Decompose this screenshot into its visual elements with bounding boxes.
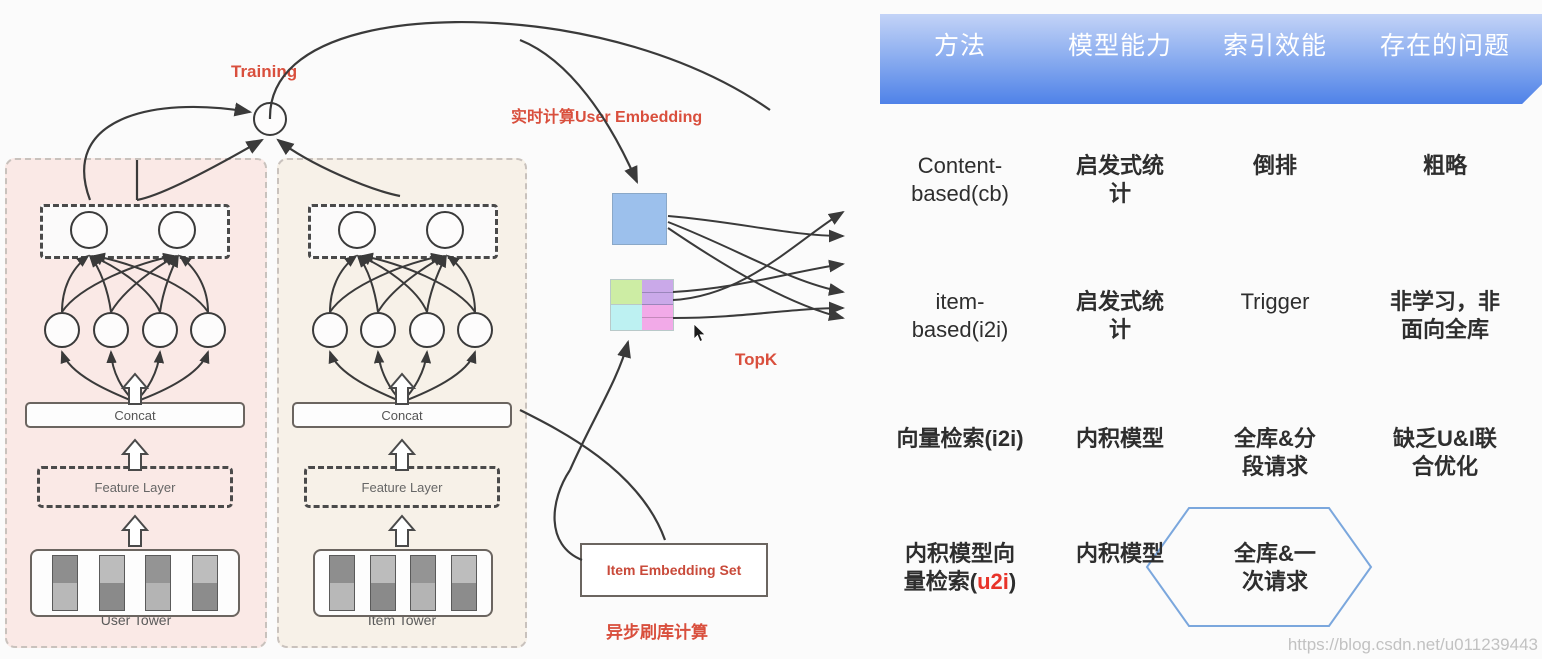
table-header-banner: 方法 模型能力 索引效能 存在的问题 (880, 14, 1542, 104)
cell-method-line2: 量检索(u2i) (903, 568, 1017, 594)
cell-capability: 启发式统 计 (1075, 153, 1164, 206)
table-row: 向量检索(i2i) 内积模型 全库&分 段请求 缺乏U&I联 合优化 (880, 425, 1542, 480)
table-row: Content- based(cb) 启发式统 计 倒排 粗略 (880, 152, 1542, 207)
cell-problem: 缺乏U&I联 合优化 (1393, 426, 1497, 479)
cell-index: 倒排 (1252, 153, 1297, 178)
cell-index: Trigger (1240, 289, 1310, 314)
cell-method: 内积模型向 量检索(u2i) (880, 540, 1040, 595)
cell-method: 向量检索(i2i) (896, 426, 1024, 451)
cell-index: 全库&一 次请求 (1234, 541, 1316, 594)
column-header-method: 方法 (933, 32, 986, 60)
cell-method: Content- based(cb) (911, 153, 1009, 206)
cell-capability: 内积模型 (1075, 541, 1164, 566)
watermark: https://blog.csdn.net/u011239443 (1287, 635, 1538, 654)
column-header-index: 索引效能 (1222, 32, 1327, 60)
screenshot-root: User Tower Item Tower Concat Feature Lay… (0, 0, 1542, 659)
cell-index: 全库&分 段请求 (1234, 426, 1316, 479)
mouse-cursor (693, 323, 706, 343)
u2i-highlight: u2i (977, 568, 1009, 594)
cell-problem (1350, 540, 1540, 595)
column-header-capability: 模型能力 (1067, 32, 1172, 60)
table-row: 内积模型向 量检索(u2i) 内积模型 全库&一 次请求 (880, 540, 1542, 595)
cell-method: item- based(i2i) (911, 289, 1009, 342)
cell-problem: 粗略 (1422, 153, 1467, 178)
cell-capability: 启发式统 计 (1075, 289, 1164, 342)
table-row: item- based(i2i) 启发式统 计 Trigger 非学习，非 面向… (880, 288, 1542, 343)
cell-capability: 内积模型 (1075, 426, 1164, 451)
two-tower-diagram: User Tower Item Tower Concat Feature Lay… (0, 0, 880, 659)
cell-problem: 非学习，非 面向全库 (1389, 289, 1500, 342)
diagram-connections (60, 21, 845, 562)
column-header-problem: 存在的问题 (1379, 32, 1510, 60)
comparison-table-panel: 方法 模型能力 索引效能 存在的问题 Content- based(cb) 启发… (846, 0, 1542, 659)
